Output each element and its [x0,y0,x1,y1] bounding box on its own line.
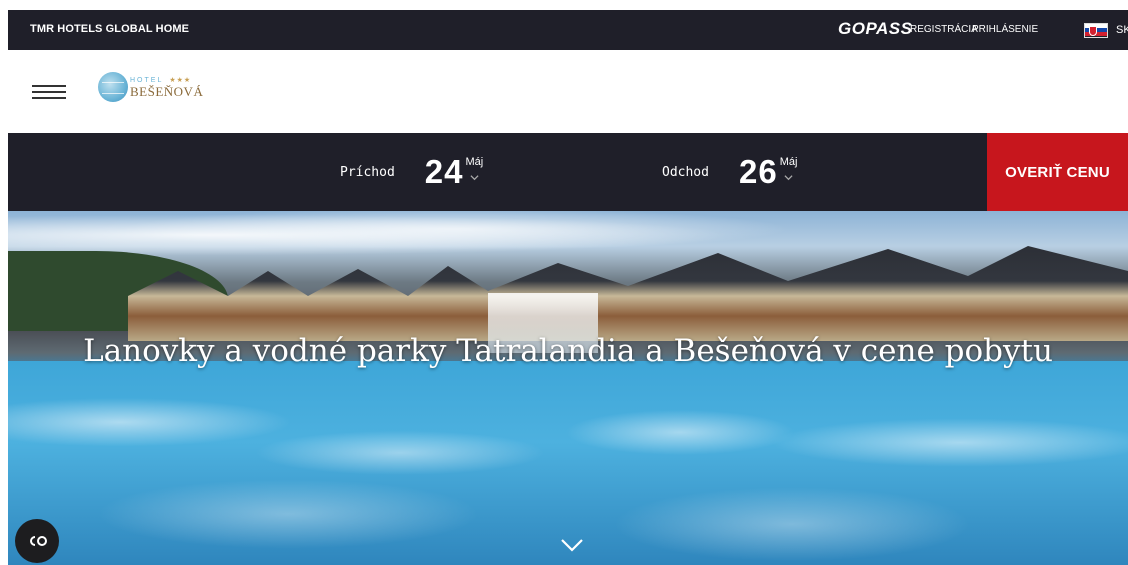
hamburger-icon[interactable] [32,83,66,99]
hotel-logo[interactable]: HOTEL ★★★ BEŠEŇOVÁ [98,72,203,102]
global-home-link[interactable]: TMR HOTELS GLOBAL HOME [30,23,189,35]
register-link[interactable]: REGISTRÁCIA [910,24,978,35]
check-price-button[interactable]: OVERIŤ CENU [987,133,1128,211]
chevron-down-icon[interactable] [560,537,584,553]
chevron-down-icon [469,175,479,181]
departure-month: Máj [779,156,798,168]
arrival-date-picker[interactable]: Príchod 24 Máj [340,133,494,211]
departure-day: 26 [738,153,778,190]
arrival-day: 24 [424,153,464,190]
flag-sk-icon [1084,22,1108,38]
booking-bar: Príchod 24 Máj Odchod 26 Máj OVERIŤ CENU [8,133,1128,211]
language-switcher[interactable]: SK [1084,21,1128,39]
hero-headline: Lanovky a vodné parky Tatralandia a Beše… [83,333,1053,369]
gopass-logo[interactable]: GOPASS [838,19,912,39]
arrival-month: Máj [465,156,484,168]
login-link[interactable]: PRIHLÁSENIE [972,24,1038,35]
cookie-consent-glyph [30,536,47,546]
top-bar: TMR HOTELS GLOBAL HOME GOPASS REGISTRÁCI… [8,10,1128,50]
logo-globe-icon [98,72,128,102]
logo-hotel-text: HOTEL [130,76,164,84]
cookie-consent-icon[interactable] [15,519,59,563]
language-code: SK [1116,24,1128,36]
hero-banner: Lanovky a vodné parky Tatralandia a Beše… [8,211,1128,565]
hero-pool-water [8,361,1128,565]
page: TMR HOTELS GLOBAL HOME GOPASS REGISTRÁCI… [0,0,1128,565]
logo-stars: ★★★ [169,76,192,84]
departure-label: Odchod [662,164,709,180]
departure-date-picker[interactable]: Odchod 26 Máj [662,133,808,211]
arrival-label: Príchod [340,164,395,180]
chevron-down-icon [784,175,793,181]
logo-name: BEŠEŇOVÁ [130,83,204,99]
